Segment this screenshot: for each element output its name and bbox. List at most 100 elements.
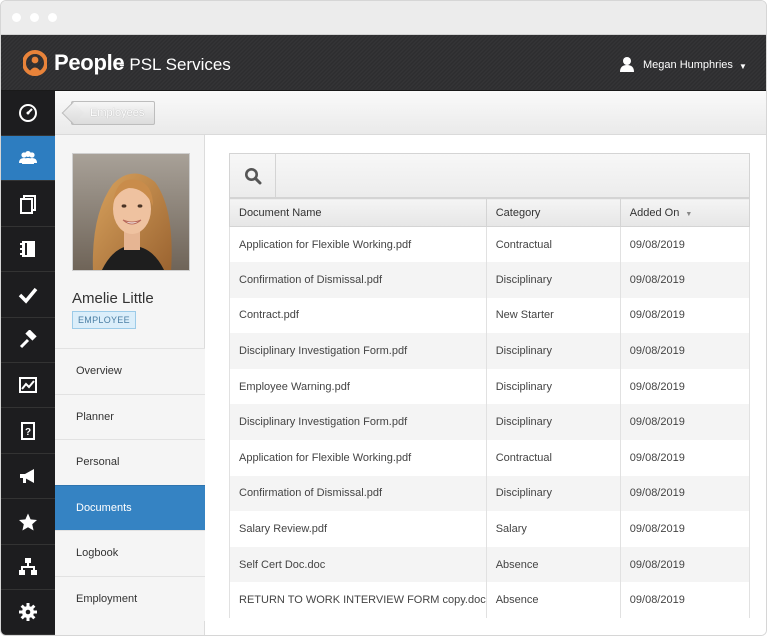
search-button[interactable]: [230, 154, 276, 197]
app-name: People: [54, 50, 125, 75]
help-document-icon: ?: [21, 421, 35, 440]
cell-added: 09/08/2019: [620, 333, 751, 369]
cell-added: 09/08/2019: [620, 582, 751, 619]
gear-icon: [19, 603, 37, 622]
table-row[interactable]: Disciplinary Investigation Form.pdf Disci…: [229, 404, 751, 441]
nav-item-logbook[interactable]: Logbook: [55, 530, 205, 576]
column-header-category[interactable]: Category: [485, 198, 621, 227]
cell-added: 09/08/2019: [620, 546, 751, 583]
table-row[interactable]: Application for Flexible Working.pdf Cont…: [229, 440, 751, 476]
column-header-added-on[interactable]: Added On ▼: [619, 198, 751, 227]
cell-name[interactable]: Employee Warning.pdf: [229, 368, 487, 405]
cell-added: 09/08/2019: [620, 297, 751, 334]
sidebar-item-help-document[interactable]: ?: [1, 409, 55, 454]
table-row[interactable]: Contract.pdf New Starter 09/08/2019: [229, 297, 751, 334]
table-row[interactable]: Employee Warning.pdf Disciplinary 09/08/20…: [229, 368, 751, 405]
checkmark-icon: [18, 287, 38, 304]
sidebar-item-megaphone[interactable]: [1, 454, 55, 500]
icon-sidebar: ?: [1, 91, 55, 635]
cell-name[interactable]: Salary Review.pdf: [229, 511, 487, 547]
table-row[interactable]: Confirmation of Dismissal.pdf Disciplinar…: [229, 475, 751, 512]
table-row[interactable]: Disciplinary Investigation Form.pdf Disci…: [229, 333, 751, 369]
table-row[interactable]: Application for Flexible Working.pdf Cont…: [229, 226, 751, 263]
cell-category: Absence: [486, 546, 621, 583]
sidebar-item-checkmark[interactable]: [1, 273, 55, 318]
column-header-label: Added On: [629, 206, 680, 219]
column-header-label: Category: [495, 206, 541, 219]
sidebar-item-documents[interactable]: [1, 182, 55, 227]
cell-name[interactable]: Confirmation of Dismissal.pdf: [229, 262, 487, 298]
sidebar-item-star[interactable]: [1, 500, 55, 545]
cell-name[interactable]: Disciplinary Investigation Form.pdf: [229, 404, 487, 441]
chevron-down-icon[interactable]: ▼: [739, 62, 747, 71]
cell-category: Absence: [486, 582, 621, 619]
cell-added: 09/08/2019: [620, 440, 751, 476]
cell-name[interactable]: Application for Flexible Working.pdf: [229, 440, 487, 476]
sidebar-item-gear[interactable]: [1, 590, 55, 635]
nav-item-documents[interactable]: Documents: [55, 484, 205, 530]
nav-item-overview[interactable]: Overview: [55, 348, 205, 394]
documents-icon: [20, 194, 36, 214]
cell-name[interactable]: RETURN TO WORK INTERVIEW FORM copy.doc: [229, 582, 487, 619]
nav-item-personal[interactable]: Personal: [55, 439, 205, 485]
window-control-minimize[interactable]: [30, 13, 39, 22]
cell-category: Disciplinary: [486, 333, 621, 369]
sort-descending-icon[interactable]: ▼: [685, 211, 692, 218]
sidebar-item-org-chart[interactable]: [1, 545, 55, 590]
column-header-document-name[interactable]: Document Name: [229, 198, 487, 227]
window-control-maximize[interactable]: [48, 13, 57, 22]
cell-category: Disciplinary: [486, 475, 621, 512]
cell-category: New Starter: [486, 297, 621, 334]
top-navbar: People - PSL Services Megan Humphries ▼: [1, 35, 766, 91]
star-icon: [19, 513, 37, 531]
breadcrumb-employees[interactable]: Employees: [71, 101, 156, 125]
dashboard-icon: [19, 104, 37, 122]
cell-category: Contractual: [486, 440, 621, 476]
chart-icon: [19, 377, 37, 394]
nav-item-employment[interactable]: Employment: [55, 575, 205, 621]
documents-table: Document Name Category Added On ▼ Applica…: [229, 198, 751, 619]
table-row[interactable]: Self Cert Doc.doc Absence 09/08/2019: [229, 546, 751, 583]
cell-name[interactable]: Confirmation of Dismissal.pdf: [229, 475, 487, 512]
hammer-icon: [19, 330, 37, 349]
sidebar-item-hammer[interactable]: [1, 318, 55, 363]
table-row[interactable]: Confirmation of Dismissal.pdf Disciplinar…: [229, 262, 751, 298]
cell-added: 09/08/2019: [620, 262, 751, 298]
cell-added: 09/08/2019: [620, 475, 751, 512]
sidebar-item-people[interactable]: [1, 136, 55, 182]
table-row[interactable]: Salary Review.pdf Salary 09/08/2019: [229, 511, 751, 547]
cell-name[interactable]: Self Cert Doc.doc: [229, 546, 487, 583]
sidebar-item-dashboard[interactable]: [1, 91, 55, 136]
cell-added: 09/08/2019: [620, 404, 751, 441]
search-bar: [229, 153, 750, 198]
cell-name[interactable]: Contract.pdf: [229, 297, 487, 334]
people-logo-icon[interactable]: [23, 50, 47, 76]
search-input[interactable]: [277, 154, 749, 197]
cell-category: Contractual: [486, 226, 621, 263]
cell-added: 09/08/2019: [620, 368, 751, 405]
user-menu-name[interactable]: Megan Humphries: [643, 59, 733, 71]
table-row[interactable]: RETURN TO WORK INTERVIEW FORM copy.doc Ab…: [229, 582, 751, 619]
org-chart-icon: [19, 558, 37, 575]
cell-category: Disciplinary: [486, 368, 621, 405]
breadcrumb-label: Employees: [90, 107, 145, 119]
sidebar-item-chart[interactable]: [1, 363, 55, 409]
app-window: People - PSL Services Megan Humphries ▼ …: [0, 0, 767, 636]
sidebar-item-notebook[interactable]: [1, 227, 55, 273]
people-icon: [19, 151, 37, 165]
employee-role-badge: EMPLOYEE: [72, 311, 136, 329]
app-subtitle: - PSL Services: [119, 55, 231, 74]
cell-category: Disciplinary: [486, 262, 621, 298]
cell-name[interactable]: Disciplinary Investigation Form.pdf: [229, 333, 487, 369]
employee-name: Amelie Little: [72, 290, 154, 307]
employee-photo: [72, 153, 190, 271]
svg-text:?: ?: [25, 427, 31, 438]
cell-name[interactable]: Application for Flexible Working.pdf: [229, 226, 487, 263]
user-icon[interactable]: [619, 56, 635, 72]
cell-added: 09/08/2019: [620, 511, 751, 547]
window-control-close[interactable]: [12, 13, 21, 22]
employee-nav: Overview Planner Personal Documents Logbook E…: [55, 348, 205, 621]
window-titlebar: [1, 1, 766, 35]
nav-item-planner[interactable]: Planner: [55, 393, 205, 439]
megaphone-icon: [20, 469, 34, 484]
